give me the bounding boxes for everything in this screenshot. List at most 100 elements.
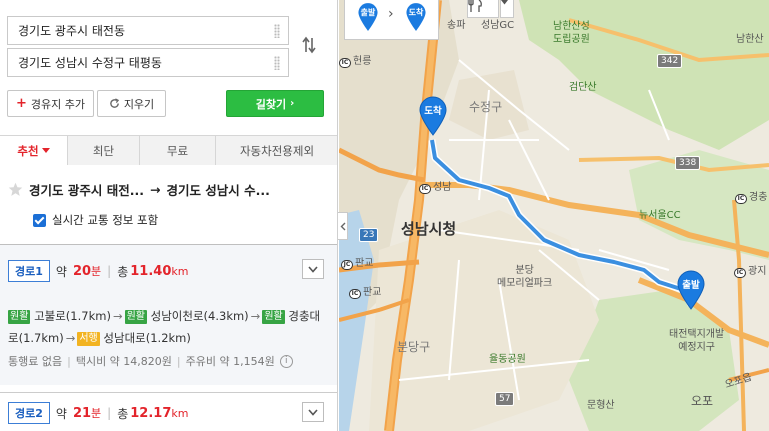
pin-label: 출발 [360, 8, 376, 17]
info-icon[interactable]: i [279, 354, 293, 368]
add-waypoint-button[interactable]: + 경유지 추가 [7, 90, 94, 117]
tab-recommended[interactable]: 추천 [0, 135, 67, 166]
route-shield: 338 [675, 156, 701, 170]
tab-exclude-motorway[interactable]: 자동차전용제외 [215, 135, 337, 165]
map-label: IC 성남 [419, 178, 451, 194]
route-distance: 12.17km [130, 406, 188, 421]
find-route-button[interactable]: 길찾기 › [226, 90, 324, 117]
route-card-2[interactable]: 경로2 약 21분 | 총 12.17km [0, 392, 337, 431]
separator: | [67, 354, 71, 368]
chevron-left-icon [340, 222, 345, 230]
find-route-label: 길찾기 [255, 97, 287, 111]
tab-label: 자동차전용제외 [239, 143, 315, 158]
separator: | [107, 264, 112, 278]
clear-label: 지우기 [123, 97, 155, 111]
map-label: 뉴서울CC [639, 210, 681, 221]
route-distance: 11.40km [130, 264, 188, 279]
origin-pin[interactable]: 출발 [676, 270, 706, 310]
summary-destination: 경기도 성남시 수... [166, 183, 270, 198]
tab-label: 최단 [92, 143, 115, 158]
route-cost-info: 통행료 없음 | 택시비 약 14,820원 | 주유비 약 1,154원 i [8, 353, 293, 369]
toll-info: 통행료 없음 [8, 355, 63, 368]
poi-dropdown-button[interactable] [500, 0, 514, 18]
realtime-traffic-option[interactable]: 실시간 교통 정보 포함 [33, 212, 158, 228]
drag-handle-icon[interactable] [274, 24, 280, 38]
chevron-down-icon [308, 265, 318, 273]
jc-name: 판교 [355, 258, 374, 269]
traffic-badge: 원활 [262, 310, 285, 324]
distance-value: 11.40 [130, 263, 172, 279]
route-label: 경로2 [8, 402, 50, 424]
map-label: 남한산성 도립공원 [553, 21, 590, 45]
route-summary-title: 경기도 광주시 태전... → 경기도 성남시 수... [8, 180, 270, 199]
origin-text: 경기도 광주시 태전동 [18, 24, 125, 38]
destination-pin[interactable]: 도착 [418, 96, 448, 136]
fuel-cost: 주유비 약 1,154원 [185, 355, 275, 368]
separator: | [176, 354, 181, 368]
route-segments: 원활 고불로(1.7km) → 원활 성남이천로(4.3km) → 원활 경충대로(1.… [8, 305, 326, 349]
ic-name: 광지 [748, 266, 767, 277]
segment-road: 고불로(1.7km) [34, 309, 111, 323]
ic-marker-icon: IC [339, 58, 351, 68]
separator: | [107, 406, 112, 420]
map-label: 남한산 [736, 34, 764, 45]
tab-shortest[interactable]: 최단 [67, 135, 139, 165]
route-time: 20분 [73, 263, 101, 279]
ic-marker-icon: IC [735, 194, 747, 204]
destination-mini-pin: 도착 [405, 2, 427, 32]
caret-down-icon [501, 0, 508, 5]
map-label: 태전택지개발 예정지구 [669, 329, 725, 353]
collapse-panel-button[interactable] [338, 212, 348, 240]
route-card-1[interactable]: 경로1 약 20분 | 총 11.40km 원활 고불로(1.7km) → 원활 성… [0, 245, 337, 385]
map-label: IC 경충 [735, 188, 767, 204]
directions-panel: 경기도 광주시 태전동 경기도 성남시 수정구 태평동 + 경유지 추가 지우기… [0, 0, 338, 431]
star-icon[interactable] [8, 182, 23, 197]
caret-down-icon [41, 148, 50, 153]
map-label: 문형산 [587, 400, 615, 411]
map-label: 성남GC [481, 20, 515, 31]
time-value: 21 [72, 406, 92, 421]
time-unit: 분 [91, 265, 102, 278]
fork-knife-icon [468, 0, 482, 12]
map-label: 분당 메모리얼파크 [497, 265, 553, 289]
swap-arrows-icon [302, 36, 316, 54]
origin-mini-pin: 출발 [357, 2, 379, 32]
clear-button[interactable]: 지우기 [97, 90, 166, 117]
route-option-tabs: 추천 최단 무료 자동차전용제외 [0, 135, 337, 166]
realtime-checkbox[interactable] [33, 213, 46, 227]
route-shield: 57 [495, 392, 515, 406]
ic-name: 헌릉 [353, 56, 372, 67]
ic-marker-icon: IC [734, 268, 746, 278]
map-canvas [339, 0, 769, 431]
chevron-right-icon: › [290, 98, 295, 109]
time-unit: 분 [91, 407, 102, 420]
route-label: 경로1 [8, 260, 50, 282]
map-label: 성남시청 [401, 220, 457, 238]
map-label: 율동공원 [489, 354, 526, 365]
map-label: IC 헌릉 [339, 52, 371, 68]
time-prefix: 약 [55, 264, 67, 279]
drag-handle-icon[interactable] [274, 56, 280, 70]
realtime-label: 실시간 교통 정보 포함 [52, 213, 159, 227]
distance-unit: km [171, 406, 189, 420]
arrow-right-icon: → [250, 309, 261, 323]
distance-value: 12.17 [130, 405, 172, 421]
tab-free[interactable]: 무료 [139, 135, 215, 165]
refresh-icon [110, 98, 119, 108]
expand-route-button[interactable] [302, 259, 324, 279]
swap-button[interactable] [296, 28, 322, 62]
ic-marker-icon: IC [349, 289, 361, 299]
origin-field[interactable]: 경기도 광주시 태전동 [7, 16, 289, 45]
route-shield: 23 [359, 228, 379, 242]
expand-route-button[interactable] [302, 402, 324, 422]
destination-field[interactable]: 경기도 성남시 수정구 태평동 [7, 48, 289, 77]
restaurant-filter-button[interactable] [467, 0, 499, 18]
summary-arrow: → [149, 182, 161, 197]
traffic-badge: 서행 [77, 332, 100, 346]
map-label: 오포 [691, 394, 714, 408]
tab-label: 무료 [166, 143, 189, 158]
segment-road: 성남대로(1.2km) [103, 331, 191, 345]
arrow-right-icon: → [65, 331, 76, 345]
map-view[interactable]: 송파 성남GC 남한산성 도립공원 남한산 검단산 수정구 IC 성남 성남시청 … [339, 0, 769, 431]
traffic-badge: 원활 [8, 310, 31, 324]
